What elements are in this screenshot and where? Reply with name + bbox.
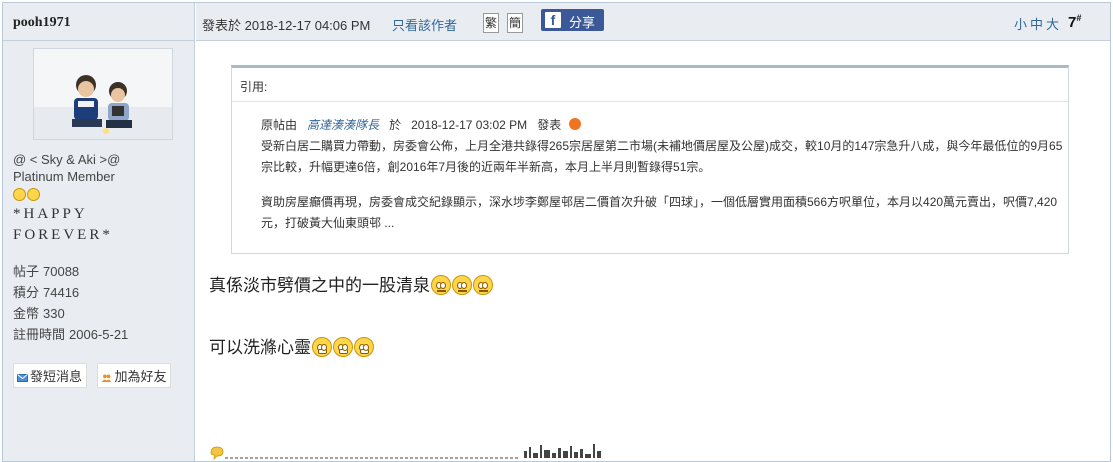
jump-to-post-icon[interactable]	[568, 117, 581, 130]
avatar[interactable]	[33, 48, 173, 140]
stat-coins: 金幣 330	[13, 306, 65, 321]
simplified-chinese-button[interactable]: 簡	[507, 13, 523, 33]
send-message-button[interactable]: 發短消息	[13, 363, 88, 388]
friends-icon	[102, 374, 112, 382]
stat-points: 積分 74416	[13, 285, 80, 300]
message-line-1: 真係淡市劈價之中的一股清泉	[209, 271, 493, 297]
forum-post: pooh1971 @ < Sky & Aki >@ Platinum Membe…	[2, 2, 1111, 462]
user-actions: 發短消息 加為好友	[13, 363, 177, 388]
add-friend-button[interactable]: 加為好友	[97, 363, 172, 388]
quote-block: 引用: 原帖由 高達湊湊隊長 於 2018-12-17 03:02 PM 發表 …	[231, 65, 1069, 254]
envelope-icon	[17, 373, 28, 382]
quote-heading: 引用:	[232, 68, 1068, 102]
quote-paragraph-2: 資助房屋癲價再現，房委會成交紀錄顯示，深水埗李鄭屋邨居二價首次升破「四球」，一個…	[261, 195, 1058, 230]
avatar-photo	[34, 49, 172, 139]
user-stats: 帖子 70088 積分 74416 金幣 330 註冊時間 2006-5-21	[13, 261, 128, 345]
post-header: 發表於 2018-12-17 04:06 PM 只看該作者 繁 簡 f 分享 小…	[196, 3, 1110, 41]
quote-meta: 原帖由 高達湊湊隊長 於 2018-12-17 03:02 PM 發表	[261, 115, 1068, 136]
user-sidebar: pooh1971 @ < Sky & Aki >@ Platinum Membe…	[3, 3, 195, 461]
facebook-share-button[interactable]: f 分享	[541, 9, 604, 31]
smiley-icon	[452, 274, 472, 295]
group-stars	[13, 185, 191, 202]
user-nickname: @ < Sky & Aki >@	[13, 152, 121, 167]
grin-icon	[333, 336, 353, 357]
user-group: Platinum Member	[13, 169, 115, 184]
smiley-icon	[13, 188, 26, 202]
post-timestamp: 發表於 2018-12-17 04:06 PM	[202, 18, 371, 33]
share-label: 分享	[569, 15, 596, 30]
grin-icon	[354, 336, 374, 357]
smiley-icon	[473, 274, 493, 295]
author-only-link[interactable]: 只看該作者	[392, 15, 457, 34]
username[interactable]: pooh1971	[3, 3, 194, 41]
quote-author-link[interactable]: 高達湊湊隊長	[307, 118, 379, 132]
stat-posts: 帖子 70088	[13, 264, 80, 279]
user-signature: *HAPPY FOREVER*	[13, 206, 113, 243]
signature-divider	[210, 444, 601, 461]
facebook-icon: f	[545, 12, 561, 28]
traditional-chinese-button[interactable]: 繁	[483, 13, 499, 33]
user-info: @ < Sky & Aki >@ Platinum Member *HAPPY …	[13, 151, 191, 246]
grin-icon	[312, 336, 332, 357]
floor-number[interactable]: 7#	[1068, 13, 1081, 31]
stat-registered: 註冊時間 2006-5-21	[13, 327, 129, 342]
font-size-switcher[interactable]: 小中大	[1014, 14, 1062, 33]
quote-paragraph-1: 受新白居二購買力帶動，房委會公佈，上月全港共錄得265宗居屋第二市場(未補地價居…	[261, 139, 1063, 174]
smiley-icon	[27, 188, 40, 202]
smiley-icon	[431, 274, 451, 295]
message-line-2: 可以洗滌心靈	[209, 333, 374, 359]
quote-body: 原帖由 高達湊湊隊長 於 2018-12-17 03:02 PM 發表 受新白居…	[232, 102, 1068, 234]
